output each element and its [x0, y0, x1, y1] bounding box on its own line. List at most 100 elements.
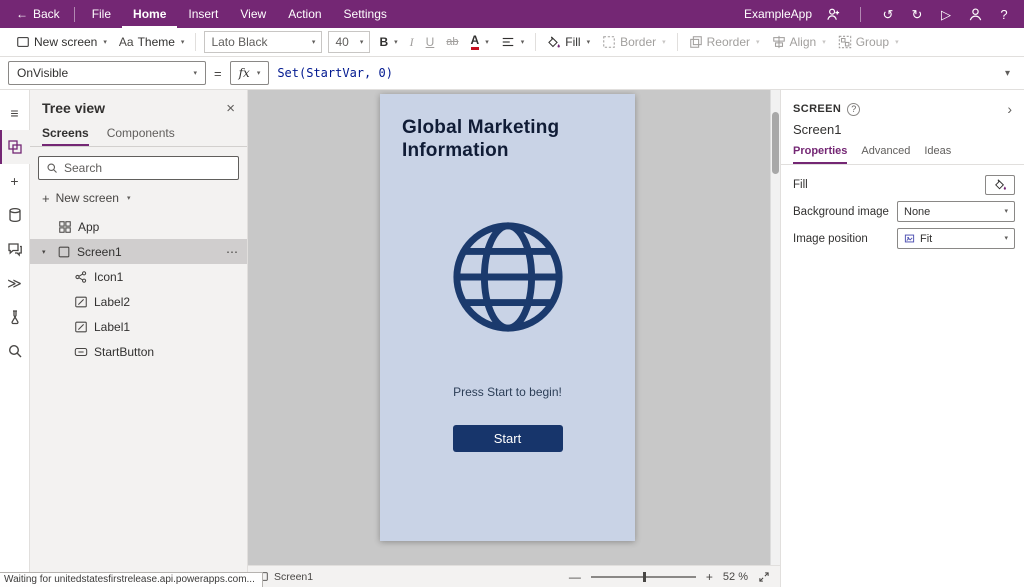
play-icon[interactable]: ▷ — [938, 8, 954, 21]
bold-button[interactable]: B ▾ — [373, 28, 403, 56]
tab-properties[interactable]: Properties — [793, 145, 847, 164]
property-row-background-image: Background image None ▾ — [781, 198, 1024, 225]
background-image-value: None — [904, 206, 930, 218]
tab-advanced[interactable]: Advanced — [861, 145, 910, 164]
zoom-out-button[interactable]: — — [569, 571, 581, 583]
advanced-tools-icon[interactable] — [0, 300, 30, 334]
chevron-down-icon: ▾ — [587, 39, 591, 46]
tree-view-icon[interactable] — [0, 130, 30, 164]
chevron-down-icon[interactable]: ▾ — [42, 248, 51, 256]
fill-label: Fill — [565, 35, 580, 49]
app-subtitle-label[interactable]: Press Start to begin! — [380, 385, 635, 399]
new-screen-button[interactable]: New screen ▾ — [10, 28, 113, 56]
data-icon[interactable] — [0, 198, 30, 232]
fullscreen-icon[interactable] — [758, 571, 770, 583]
property-value: OnVisible — [17, 66, 68, 80]
tree-item-startbutton[interactable]: StartButton — [30, 339, 247, 364]
menu-file[interactable]: File — [81, 0, 122, 28]
collapse-panel-icon[interactable]: › — [1007, 102, 1012, 116]
tree-item-screen1[interactable]: ▾ Screen1 ⋯ — [30, 239, 247, 264]
tree-item-icon1[interactable]: Icon1 — [30, 264, 247, 289]
formula-expand-icon[interactable]: ▾ — [999, 68, 1016, 79]
border-label: Border — [620, 35, 656, 49]
help-icon[interactable]: ? — [996, 8, 1012, 21]
format-toolbar: New screen ▾ Aa Theme ▾ Lato Black ▾ 40 … — [0, 28, 1024, 57]
zoom-in-button[interactable]: + — [706, 571, 713, 583]
hamburger-menu-icon[interactable]: ≡ — [0, 96, 30, 130]
chevron-down-icon: ▾ — [181, 39, 185, 46]
tree-list: App ▾ Screen1 ⋯ Icon1 Label2 — [30, 212, 247, 587]
tree-item-label1[interactable]: Label1 — [30, 314, 247, 339]
canvas-area[interactable]: Global Marketing Information Press Start… — [248, 90, 780, 587]
group-button[interactable]: Group ▾ — [832, 28, 905, 56]
app-screen-preview[interactable]: Global Marketing Information Press Start… — [380, 94, 635, 541]
menu-view[interactable]: View — [229, 0, 277, 28]
insert-icon[interactable]: + — [0, 164, 30, 198]
theme-icon: Aa — [119, 35, 134, 49]
align-label: Align — [790, 35, 817, 49]
image-position-select[interactable]: Fit ▾ — [897, 228, 1015, 249]
font-size-select[interactable]: 40 ▾ — [328, 31, 370, 53]
menu-settings[interactable]: Settings — [333, 0, 398, 28]
flows-icon[interactable]: ≫ — [0, 266, 30, 300]
fill-color-button[interactable] — [985, 175, 1015, 195]
zoom-slider-thumb[interactable] — [643, 572, 646, 582]
scrollbar-thumb[interactable] — [772, 112, 779, 174]
search-input[interactable] — [64, 161, 231, 175]
redo-icon[interactable]: ↻ — [909, 8, 925, 21]
underline-button[interactable]: U — [420, 28, 441, 56]
italic-button[interactable]: I — [404, 28, 420, 56]
undo-icon[interactable]: ↺ — [880, 8, 896, 21]
tab-components[interactable]: Components — [107, 124, 175, 146]
property-select[interactable]: OnVisible ▾ — [8, 61, 206, 85]
font-family-value: Lato Black — [211, 35, 267, 49]
close-icon[interactable]: × — [226, 101, 235, 116]
menu-action[interactable]: Action — [277, 0, 332, 28]
fx-select[interactable]: fx ▾ — [230, 61, 270, 85]
fill-property-label: Fill — [793, 179, 808, 191]
menu-insert[interactable]: Insert — [177, 0, 229, 28]
new-screen-tree-button[interactable]: + New screen ▾ — [30, 184, 247, 212]
reorder-label: Reorder — [707, 35, 750, 49]
formula-input[interactable]: Set(StartVar, 0) — [277, 66, 991, 80]
tree-item-label: Label2 — [94, 295, 130, 309]
tree-item-label: Icon1 — [94, 270, 123, 284]
chevron-down-icon: ▾ — [394, 39, 398, 46]
more-icon[interactable]: ⋯ — [226, 245, 239, 259]
canvas-scrollbar[interactable] — [770, 90, 780, 565]
properties-panel: SCREEN ? › Screen1 Properties Advanced I… — [780, 90, 1024, 587]
tab-ideas[interactable]: Ideas — [924, 145, 951, 164]
text-align-button[interactable]: ▾ — [495, 28, 531, 56]
search-icon[interactable] — [0, 334, 30, 368]
reorder-button[interactable]: Reorder ▾ — [683, 28, 766, 56]
theme-button[interactable]: Aa Theme ▾ — [113, 28, 191, 56]
strikethrough-button[interactable]: ab — [440, 28, 464, 56]
border-button[interactable]: Border ▾ — [596, 28, 672, 56]
background-image-select[interactable]: None ▾ — [897, 201, 1015, 222]
image-position-label: Image position — [793, 233, 868, 245]
account-icon[interactable] — [967, 7, 983, 22]
zoom-slider[interactable] — [591, 576, 696, 578]
comments-icon[interactable] — [0, 232, 30, 266]
tab-screens[interactable]: Screens — [42, 124, 89, 146]
globe-icon[interactable] — [449, 218, 567, 336]
chevron-down-icon: ▾ — [662, 39, 666, 46]
strikethrough-icon: ab — [446, 36, 458, 48]
tree-view-tabs: Screens Components — [30, 120, 247, 147]
app-title-label[interactable]: Global Marketing Information — [380, 94, 635, 162]
theme-label: Theme — [138, 35, 175, 49]
toolbar-divider — [677, 33, 678, 51]
back-button[interactable]: ← Back — [8, 7, 68, 21]
tree-item-app[interactable]: App — [30, 214, 247, 239]
fill-button[interactable]: Fill ▾ — [541, 28, 596, 56]
share-icon[interactable] — [825, 7, 841, 22]
font-color-button[interactable]: A ▾ — [465, 28, 495, 56]
font-family-select[interactable]: Lato Black ▾ — [204, 31, 322, 53]
align-button[interactable]: Align ▾ — [766, 28, 832, 56]
search-box[interactable] — [38, 156, 239, 180]
help-icon[interactable]: ? — [847, 103, 860, 116]
image-position-value: Fit — [920, 233, 932, 245]
menu-home[interactable]: Home — [122, 0, 177, 28]
start-button[interactable]: Start — [453, 425, 563, 452]
tree-item-label2[interactable]: Label2 — [30, 289, 247, 314]
